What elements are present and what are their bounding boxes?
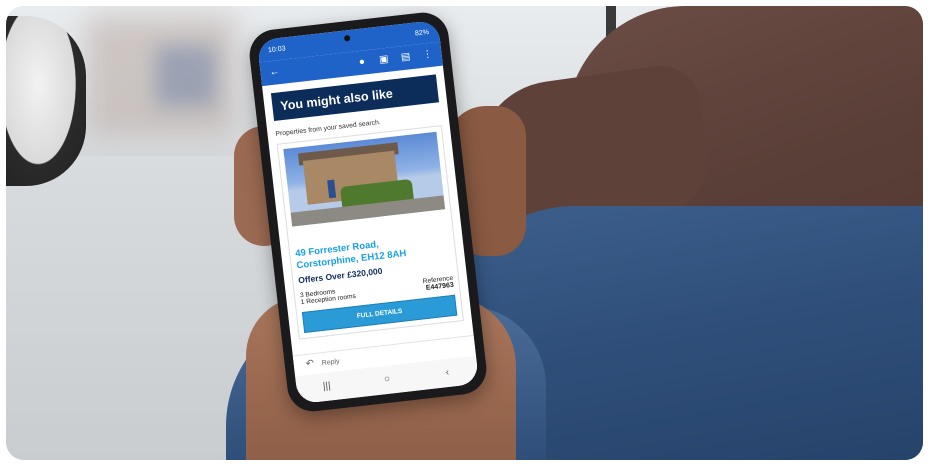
- stool: [6, 16, 86, 186]
- more-icon[interactable]: ⋮: [421, 49, 434, 62]
- status-time: 10:03: [267, 44, 286, 54]
- back-arrow-icon[interactable]: ←: [268, 66, 281, 79]
- email-body: You might also like Properties from your…: [262, 66, 472, 341]
- recent-apps-icon[interactable]: |||: [320, 380, 333, 393]
- microphone-icon[interactable]: ●: [355, 56, 368, 69]
- home-icon[interactable]: ○: [380, 373, 393, 386]
- photo-frame: 10:03 82% ← ● ▣ ▤ ⋮ You might also like …: [6, 6, 923, 460]
- back-nav-icon[interactable]: ‹: [441, 366, 454, 379]
- archive-icon[interactable]: ▤: [399, 51, 412, 64]
- status-battery: 82%: [414, 28, 430, 38]
- background-blur-blue: [156, 46, 216, 106]
- reply-icon[interactable]: ↶: [303, 358, 316, 371]
- reply-label[interactable]: Reply: [321, 358, 340, 367]
- listing-card: 49 Forrester Road, Corstorphine, EH12 8A…: [276, 125, 464, 340]
- property-photo[interactable]: [283, 131, 446, 227]
- banner-title: You might also like: [270, 74, 440, 122]
- delete-icon[interactable]: ▣: [377, 54, 390, 67]
